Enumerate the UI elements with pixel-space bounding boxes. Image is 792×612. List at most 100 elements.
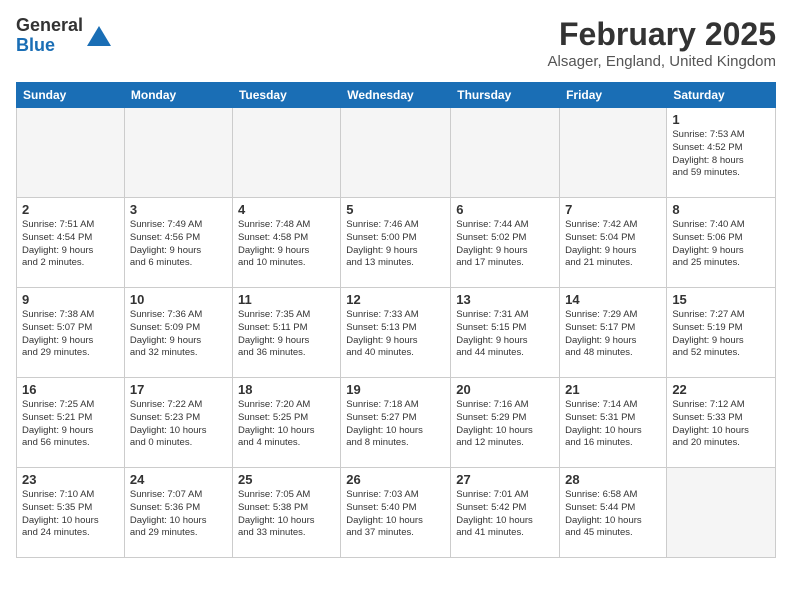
- calendar-cell: 3 Sunrise: 7:49 AM Sunset: 4:56 PM Daylig…: [124, 198, 232, 288]
- day-info: Sunrise: 7:40 AM Sunset: 5:06 PM Dayligh…: [672, 219, 770, 270]
- day-number: 11: [238, 292, 335, 307]
- day-info: Sunrise: 7:12 AM Sunset: 5:33 PM Dayligh…: [672, 399, 770, 450]
- month-title: February 2025: [548, 16, 776, 53]
- day-number: 6: [456, 202, 554, 217]
- calendar-cell: 8 Sunrise: 7:40 AM Sunset: 5:06 PM Daylig…: [667, 198, 776, 288]
- day-info: Sunrise: 7:14 AM Sunset: 5:31 PM Dayligh…: [565, 399, 661, 450]
- calendar-cell: 1 Sunrise: 7:53 AM Sunset: 4:52 PM Daylig…: [667, 108, 776, 198]
- calendar-cell: 16 Sunrise: 7:25 AM Sunset: 5:21 PM Dayli…: [17, 378, 125, 468]
- day-number: 7: [565, 202, 661, 217]
- day-info: Sunrise: 7:49 AM Sunset: 4:56 PM Dayligh…: [130, 219, 227, 270]
- calendar-cell: 14Sunrise: 7:29 AM Sunset: 5:17 PM Dayli…: [560, 288, 667, 378]
- day-info: Sunrise: 7:29 AM Sunset: 5:17 PM Dayligh…: [565, 309, 661, 360]
- day-number: 1: [672, 112, 770, 127]
- day-number: 9: [22, 292, 119, 307]
- calendar-cell: 19 Sunrise: 7:18 AM Sunset: 5:27 PM Dayli…: [341, 378, 451, 468]
- calendar-cell: 4Sunrise: 7:48 AM Sunset: 4:58 PM Daylig…: [232, 198, 340, 288]
- calendar-cell: 5 Sunrise: 7:46 AM Sunset: 5:00 PM Daylig…: [341, 198, 451, 288]
- day-info: Sunrise: 7:46 AM Sunset: 5:00 PM Dayligh…: [346, 219, 445, 270]
- weekday-header-friday: Friday: [560, 83, 667, 108]
- weekday-header-monday: Monday: [124, 83, 232, 108]
- day-info: Sunrise: 7:48 AM Sunset: 4:58 PM Dayligh…: [238, 219, 335, 270]
- calendar: SundayMondayTuesdayWednesdayThursdayFrid…: [16, 82, 776, 558]
- day-info: Sunrise: 7:35 AM Sunset: 5:11 PM Dayligh…: [238, 309, 335, 360]
- day-number: 28: [565, 472, 661, 487]
- calendar-cell: [560, 108, 667, 198]
- calendar-cell: 20 Sunrise: 7:16 AM Sunset: 5:29 PM Dayli…: [451, 378, 560, 468]
- calendar-cell: 22 Sunrise: 7:12 AM Sunset: 5:33 PM Dayli…: [667, 378, 776, 468]
- calendar-cell: 18 Sunrise: 7:20 AM Sunset: 5:25 PM Dayli…: [232, 378, 340, 468]
- day-number: 2: [22, 202, 119, 217]
- calendar-cell: 25 Sunrise: 7:05 AM Sunset: 5:38 PM Dayli…: [232, 468, 340, 558]
- day-number: 26: [346, 472, 445, 487]
- calendar-cell: 9 Sunrise: 7:38 AM Sunset: 5:07 PM Daylig…: [17, 288, 125, 378]
- day-number: 20: [456, 382, 554, 397]
- day-info: Sunrise: 7:01 AM Sunset: 5:42 PM Dayligh…: [456, 489, 554, 540]
- weekday-header-sunday: Sunday: [17, 83, 125, 108]
- day-number: 5: [346, 202, 445, 217]
- day-info: Sunrise: 7:07 AM Sunset: 5:36 PM Dayligh…: [130, 489, 227, 540]
- calendar-cell: 21 Sunrise: 7:14 AM Sunset: 5:31 PM Dayli…: [560, 378, 667, 468]
- calendar-cell: 15Sunrise: 7:27 AM Sunset: 5:19 PM Dayli…: [667, 288, 776, 378]
- calendar-cell: [17, 108, 125, 198]
- location: Alsager, England, United Kingdom: [548, 53, 776, 70]
- day-number: 12: [346, 292, 445, 307]
- calendar-cell: [232, 108, 340, 198]
- calendar-cell: 6 Sunrise: 7:44 AM Sunset: 5:02 PM Daylig…: [451, 198, 560, 288]
- day-info: Sunrise: 7:20 AM Sunset: 5:25 PM Dayligh…: [238, 399, 335, 450]
- calendar-cell: 7 Sunrise: 7:42 AM Sunset: 5:04 PM Daylig…: [560, 198, 667, 288]
- logo: General Blue: [16, 16, 113, 56]
- day-info: Sunrise: 6:58 AM Sunset: 5:44 PM Dayligh…: [565, 489, 661, 540]
- calendar-cell: [451, 108, 560, 198]
- logo-icon: [85, 22, 113, 50]
- day-number: 8: [672, 202, 770, 217]
- day-number: 16: [22, 382, 119, 397]
- day-info: Sunrise: 7:03 AM Sunset: 5:40 PM Dayligh…: [346, 489, 445, 540]
- day-info: Sunrise: 7:16 AM Sunset: 5:29 PM Dayligh…: [456, 399, 554, 450]
- calendar-cell: 26 Sunrise: 7:03 AM Sunset: 5:40 PM Dayli…: [341, 468, 451, 558]
- weekday-header-thursday: Thursday: [451, 83, 560, 108]
- day-number: 3: [130, 202, 227, 217]
- day-info: Sunrise: 7:51 AM Sunset: 4:54 PM Dayligh…: [22, 219, 119, 270]
- calendar-cell: 17 Sunrise: 7:22 AM Sunset: 5:23 PM Dayli…: [124, 378, 232, 468]
- day-number: 18: [238, 382, 335, 397]
- calendar-cell: 2 Sunrise: 7:51 AM Sunset: 4:54 PM Daylig…: [17, 198, 125, 288]
- day-number: 27: [456, 472, 554, 487]
- weekday-header-wednesday: Wednesday: [341, 83, 451, 108]
- day-number: 23: [22, 472, 119, 487]
- day-info: Sunrise: 7:42 AM Sunset: 5:04 PM Dayligh…: [565, 219, 661, 270]
- day-number: 21: [565, 382, 661, 397]
- calendar-cell: 12Sunrise: 7:33 AM Sunset: 5:13 PM Dayli…: [341, 288, 451, 378]
- day-number: 13: [456, 292, 554, 307]
- day-info: Sunrise: 7:31 AM Sunset: 5:15 PM Dayligh…: [456, 309, 554, 360]
- calendar-cell: 10 Sunrise: 7:36 AM Sunset: 5:09 PM Dayli…: [124, 288, 232, 378]
- day-number: 22: [672, 382, 770, 397]
- day-info: Sunrise: 7:25 AM Sunset: 5:21 PM Dayligh…: [22, 399, 119, 450]
- day-number: 15: [672, 292, 770, 307]
- weekday-header-tuesday: Tuesday: [232, 83, 340, 108]
- calendar-cell: 27 Sunrise: 7:01 AM Sunset: 5:42 PM Dayli…: [451, 468, 560, 558]
- weekday-header-saturday: Saturday: [667, 83, 776, 108]
- calendar-cell: 23Sunrise: 7:10 AM Sunset: 5:35 PM Dayli…: [17, 468, 125, 558]
- day-number: 24: [130, 472, 227, 487]
- calendar-cell: 24 Sunrise: 7:07 AM Sunset: 5:36 PM Dayli…: [124, 468, 232, 558]
- day-info: Sunrise: 7:18 AM Sunset: 5:27 PM Dayligh…: [346, 399, 445, 450]
- day-info: Sunrise: 7:05 AM Sunset: 5:38 PM Dayligh…: [238, 489, 335, 540]
- day-number: 19: [346, 382, 445, 397]
- logo-general: General: [16, 15, 83, 35]
- logo-blue: Blue: [16, 35, 55, 55]
- calendar-cell: [124, 108, 232, 198]
- calendar-cell: [667, 468, 776, 558]
- day-info: Sunrise: 7:22 AM Sunset: 5:23 PM Dayligh…: [130, 399, 227, 450]
- day-number: 17: [130, 382, 227, 397]
- day-number: 25: [238, 472, 335, 487]
- calendar-cell: 11 Sunrise: 7:35 AM Sunset: 5:11 PM Dayli…: [232, 288, 340, 378]
- day-number: 10: [130, 292, 227, 307]
- day-info: Sunrise: 7:53 AM Sunset: 4:52 PM Dayligh…: [672, 129, 770, 180]
- calendar-cell: 13 Sunrise: 7:31 AM Sunset: 5:15 PM Dayli…: [451, 288, 560, 378]
- day-info: Sunrise: 7:38 AM Sunset: 5:07 PM Dayligh…: [22, 309, 119, 360]
- calendar-cell: [341, 108, 451, 198]
- day-info: Sunrise: 7:44 AM Sunset: 5:02 PM Dayligh…: [456, 219, 554, 270]
- calendar-cell: 28 Sunrise: 6:58 AM Sunset: 5:44 PM Dayli…: [560, 468, 667, 558]
- day-info: Sunrise: 7:36 AM Sunset: 5:09 PM Dayligh…: [130, 309, 227, 360]
